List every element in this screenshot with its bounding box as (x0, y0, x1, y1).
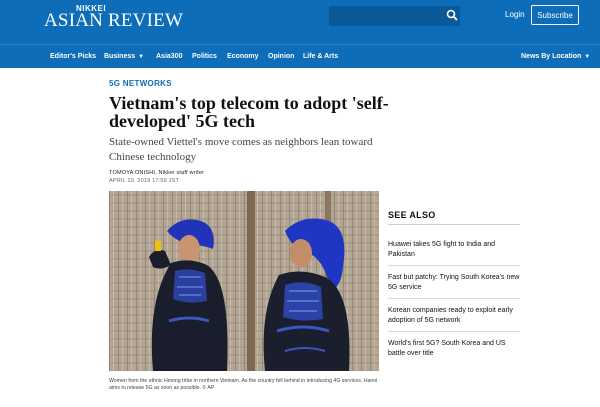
nav-business[interactable]: Business ▼ (104, 53, 144, 60)
subscribe-label: Subscribe (537, 10, 573, 20)
nav-life-arts[interactable]: Life & Arts (303, 53, 338, 60)
related-link[interactable]: Korean companies ready to exploit early … (388, 306, 520, 325)
logo-asian-review: ASIAN REVIEW (44, 10, 184, 31)
subscribe-button[interactable]: Subscribe (531, 5, 579, 25)
related-link[interactable]: Fast but patchy: Trying South Korea's ne… (388, 273, 520, 292)
article-photo (109, 191, 379, 371)
login-link[interactable]: Login (505, 10, 525, 19)
top-header: NIKKEI ASIAN REVIEW Login Subscribe (0, 0, 600, 44)
nav-business-label: Business (104, 53, 136, 60)
nav-editors-picks[interactable]: Editor's Picks (50, 53, 96, 60)
article-headline: Vietnam's top telecom to adopt 'self-dev… (109, 93, 389, 131)
article-subheadline: State-owned Viettel's move comes as neig… (109, 136, 373, 163)
see-also-divider (388, 224, 520, 225)
nav-news-by-location-label: News By Location (521, 53, 582, 60)
photo-caption: Women from the ethnic Hmong tribe in nor… (109, 378, 378, 391)
related-divider (388, 298, 520, 299)
related-link[interactable]: Huawei takes 5G fight to India and Pakis… (388, 240, 520, 259)
related-divider (388, 265, 520, 266)
article-kicker[interactable]: 5G NETWORKS (109, 79, 172, 88)
nav-news-by-location[interactable]: News By Location ▼ (521, 53, 590, 60)
chevron-down-icon: ▼ (584, 54, 591, 60)
related-divider (388, 331, 520, 332)
article-byline: TOMOYA ONISHI, Nikkei staff writer (109, 170, 205, 176)
nav-politics[interactable]: Politics (192, 53, 217, 60)
chevron-down-icon: ▼ (138, 54, 145, 60)
see-also-heading: SEE ALSO (388, 210, 436, 220)
main-nav: Editor's Picks Business ▼ Asia300 Politic… (0, 44, 600, 68)
nav-opinion[interactable]: Opinion (268, 53, 294, 60)
search-input[interactable] (329, 6, 460, 26)
search-icon[interactable] (446, 9, 458, 21)
nav-economy[interactable]: Economy (227, 53, 259, 60)
nav-asia300[interactable]: Asia300 (156, 53, 182, 60)
article-date: APRIL 10, 2019 17:59 JST (109, 178, 180, 184)
related-link[interactable]: World's first 5G? South Korea and US bat… (388, 339, 520, 358)
